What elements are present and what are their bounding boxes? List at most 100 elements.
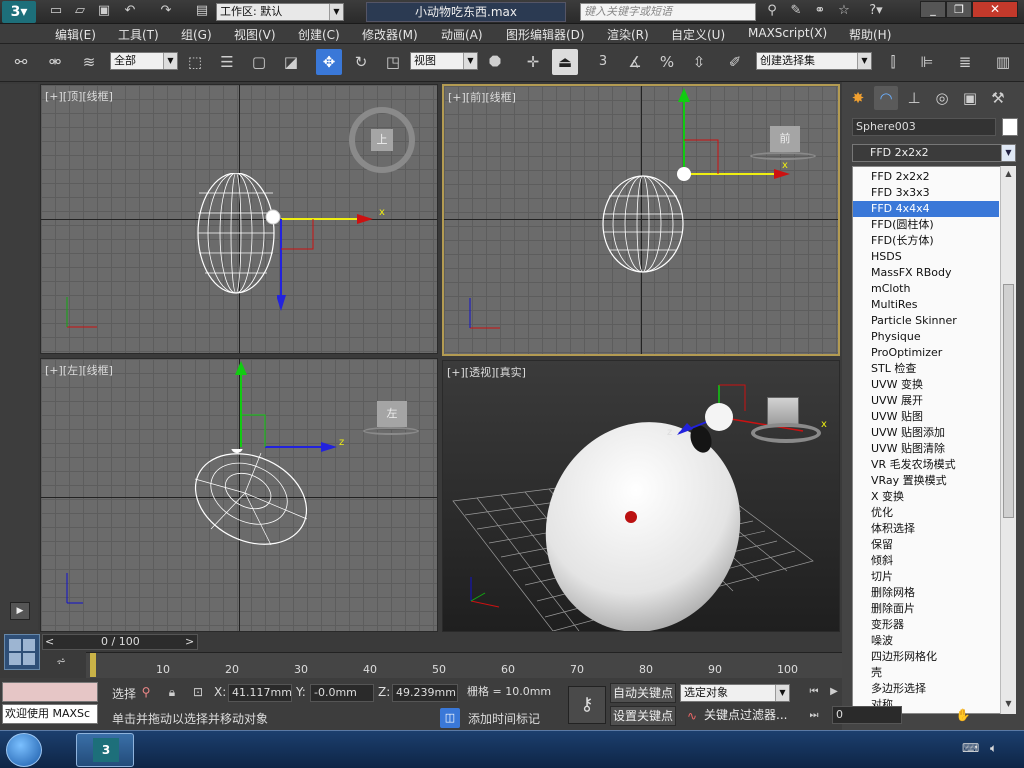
manipulate-icon[interactable]: ✛	[520, 49, 546, 75]
spinner-snap-icon[interactable]: ⇳	[686, 49, 712, 75]
key-filters-button[interactable]: 关键点过滤器...	[704, 706, 792, 726]
set-key-button[interactable]: 设置关键点	[610, 706, 676, 726]
hierarchy-tab-icon[interactable]: ⊥	[902, 86, 926, 110]
isolate-icon[interactable]: ⚲	[136, 682, 156, 702]
volume-tray-icon[interactable]: 🔈︎	[990, 741, 1006, 757]
layer-manager-icon[interactable]: ≣	[952, 49, 978, 75]
graphite-ribbon-icon[interactable]: ▥	[990, 49, 1016, 75]
modifier-list-item[interactable]: UVW 展开	[853, 393, 999, 409]
viewcube[interactable]: 左	[363, 401, 419, 437]
modifier-list-dropdown[interactable]: FFD 2x2x2 ▼	[852, 144, 1016, 162]
open-file-icon[interactable]: ▱	[70, 0, 90, 22]
modifier-list-item[interactable]: 变形器	[853, 617, 999, 633]
scroll-down-icon[interactable]: ▼	[1001, 696, 1016, 712]
modifier-list-item[interactable]: UVW 贴图清除	[853, 441, 999, 457]
viewcube[interactable]: 前	[750, 126, 816, 162]
binoculars-icon[interactable]: ⚲	[762, 0, 782, 22]
rect-selection-icon[interactable]: ▢	[246, 49, 272, 75]
key-mode-dropdown[interactable]: 选定对象 ▼	[680, 684, 790, 702]
modifier-list-item[interactable]: 体积选择	[853, 521, 999, 537]
next-frame-icon[interactable]: >	[185, 635, 194, 649]
modifier-list-item[interactable]: 噪波	[853, 633, 999, 649]
viewport-left[interactable]: [+][左][线框] z 左	[40, 358, 438, 632]
modifier-list-item[interactable]: 四边形网格化	[853, 649, 999, 665]
select-object-icon[interactable]: ⬚	[182, 49, 208, 75]
time-slider[interactable]: < 0 / 100 >	[42, 634, 198, 650]
pivot-center-icon[interactable]: ⯃	[482, 49, 508, 75]
connect-icon[interactable]: ⚭	[810, 0, 830, 22]
mirror-icon[interactable]: ⫿	[880, 49, 906, 75]
keyboard-shortcut-icon[interactable]: ⏏	[552, 49, 578, 75]
modifier-list-item[interactable]: 删除面片	[853, 601, 999, 617]
save-icon[interactable]: ▣	[94, 0, 114, 22]
menu-item[interactable]: 组(G)	[181, 26, 212, 43]
workspace-dropdown[interactable]: 工作区: 默认 ▼	[216, 3, 344, 21]
select-by-name-icon[interactable]: ☰	[214, 49, 240, 75]
modifier-list-item[interactable]: mCloth	[853, 281, 999, 297]
modifier-list-item[interactable]: 优化	[853, 505, 999, 521]
viewport-nav-icon[interactable]: ✋	[952, 704, 974, 726]
lock-icon[interactable]: 🔒︎	[162, 682, 182, 702]
curve-editor-icon[interactable]: ⩫	[50, 654, 72, 674]
menu-item[interactable]: 帮助(H)	[849, 26, 891, 43]
motion-tab-icon[interactable]: ◎	[930, 86, 954, 110]
modifier-list-item[interactable]: MassFX RBody	[853, 265, 999, 281]
redo-icon[interactable]: ↷	[156, 0, 176, 22]
menu-item[interactable]: 修改器(M)	[362, 26, 418, 43]
create-tab-icon[interactable]: ✸	[846, 86, 870, 110]
start-button[interactable]	[6, 733, 42, 767]
menu-item[interactable]: 图形编辑器(D)	[506, 26, 585, 43]
prev-frame-icon[interactable]: <	[45, 635, 54, 649]
ref-coord-dropdown[interactable]: 视图 ▼	[410, 52, 478, 70]
display-tab-icon[interactable]: ▣	[958, 86, 982, 110]
modifier-list-item[interactable]: VR 毛发农场模式	[853, 457, 999, 473]
scrollbar-thumb[interactable]	[1003, 284, 1014, 518]
z-coordinate-field[interactable]: 49.239mm	[392, 684, 458, 702]
move-icon[interactable]: ✥	[316, 49, 342, 75]
help-icon[interactable]: ?▾	[862, 0, 890, 22]
close-button[interactable]: ✕	[972, 1, 1018, 18]
named-selection-dropdown[interactable]: 创建选择集 ▼	[756, 52, 872, 70]
selection-filter-dropdown[interactable]: 全部 ▼	[110, 52, 178, 70]
modifier-list-item[interactable]: Physique	[853, 329, 999, 345]
modifier-list-item[interactable]: 多边形选择	[853, 681, 999, 697]
frame-number-field[interactable]: 0	[832, 706, 902, 724]
modifier-list-item[interactable]: 倾斜	[853, 553, 999, 569]
menu-item[interactable]: 编辑(E)	[55, 26, 96, 43]
add-time-tag-label[interactable]: 添加时间标记	[468, 710, 540, 727]
menu-item[interactable]: 动画(A)	[441, 26, 483, 43]
expand-panel-button[interactable]: ▶	[10, 602, 30, 620]
minimize-button[interactable]: _	[920, 1, 946, 18]
modifier-list-item[interactable]: FFD 4x4x4	[853, 201, 999, 217]
percent-snap-icon[interactable]: %	[654, 49, 680, 75]
rotate-icon[interactable]: ↻	[348, 49, 374, 75]
utilities-tab-icon[interactable]: ⚒	[986, 86, 1010, 110]
modifier-list-item[interactable]: STL 检查	[853, 361, 999, 377]
bind-spacewarp-icon[interactable]: ≋	[76, 49, 102, 75]
scroll-up-icon[interactable]: ▲	[1001, 166, 1016, 182]
modifier-list-item[interactable]: X 变换	[853, 489, 999, 505]
modifier-list-item[interactable]: 壳	[853, 665, 999, 681]
align-icon[interactable]: ⊫	[914, 49, 940, 75]
modifier-list-item[interactable]: 删除网格	[853, 585, 999, 601]
window-crossing-icon[interactable]: ◪	[278, 49, 304, 75]
menu-item[interactable]: 创建(C)	[298, 26, 340, 43]
modifier-list-item[interactable]: FFD 3x3x3	[853, 185, 999, 201]
y-coordinate-field[interactable]: -0.0mm	[310, 684, 374, 702]
key-icon[interactable]: ⚷	[568, 686, 606, 724]
wrench-icon[interactable]: ✎	[786, 0, 806, 22]
viewcube[interactable]	[751, 397, 821, 447]
star-icon[interactable]: ☆	[834, 0, 854, 22]
viewport-label[interactable]: [+][左][线框]	[45, 362, 113, 378]
modifier-list-item[interactable]: ProOptimizer	[853, 345, 999, 361]
scale-icon[interactable]: ◳	[380, 49, 406, 75]
timeline-track[interactable]: 10 20 30 40 50 60 70 80 90 100	[86, 652, 842, 678]
menu-item[interactable]: 渲染(R)	[607, 26, 649, 43]
modifier-list-item[interactable]: FFD(长方体)	[853, 233, 999, 249]
angle-snap-icon[interactable]: ∡	[622, 49, 648, 75]
taskbar-app-max[interactable]: 3	[76, 733, 134, 767]
modifier-list-item[interactable]: UVW 贴图添加	[853, 425, 999, 441]
object-color-swatch[interactable]	[1002, 118, 1018, 136]
maxscript-mini-listener[interactable]	[2, 682, 98, 702]
menu-item[interactable]: 视图(V)	[234, 26, 276, 43]
